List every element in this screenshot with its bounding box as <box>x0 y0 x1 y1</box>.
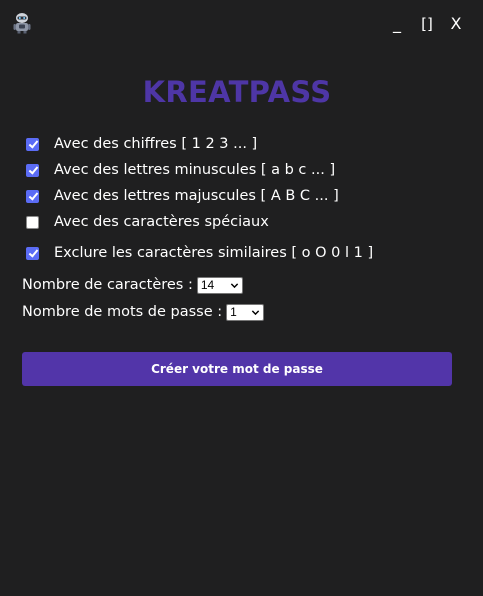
option-lowercase[interactable]: Avec des lettres minuscules [ a b c ... … <box>26 160 335 180</box>
option-label: Avec des lettres majuscules [ A B C ... … <box>54 188 339 204</box>
option-digits[interactable]: Avec des chiffres [ 1 2 3 ... ] <box>26 134 257 154</box>
count-setting: Nombre de mots de passe : 1 <box>22 301 265 323</box>
option-special-chars[interactable]: Avec des caractères spéciaux <box>26 212 269 232</box>
option-label: Avec des chiffres [ 1 2 3 ... ] <box>54 136 258 152</box>
lowercase-checkbox[interactable] <box>26 163 39 177</box>
count-value: 1 <box>230 305 237 319</box>
title-bar[interactable]: _ [] X <box>0 0 483 48</box>
digits-checkbox[interactable] <box>26 137 39 151</box>
option-label: Avec des lettres minuscules [ a b c ... … <box>54 162 336 178</box>
option-exclude-similar[interactable]: Exclure les caractères similaires [ o O … <box>26 243 373 263</box>
special-chars-checkbox[interactable] <box>26 215 39 229</box>
exclude-similar-checkbox[interactable] <box>26 246 39 260</box>
app-title: KREATPASS <box>142 75 332 109</box>
close-button[interactable]: X <box>446 12 466 36</box>
maximize-button[interactable]: [] <box>417 12 437 36</box>
option-uppercase[interactable]: Avec des lettres majuscules [ A B C ... … <box>26 186 339 206</box>
option-label: Avec des caractères spéciaux <box>54 214 269 230</box>
chevron-down-icon <box>251 309 260 315</box>
robot-app-icon <box>11 12 33 34</box>
length-label: Nombre de caractères : <box>22 277 193 293</box>
minimize-button[interactable]: _ <box>388 12 406 36</box>
chevron-down-icon <box>230 282 239 288</box>
create-password-button[interactable]: Créer votre mot de passe <box>22 352 452 386</box>
length-select[interactable]: 14 <box>196 276 243 294</box>
count-select[interactable]: 1 <box>226 303 265 321</box>
length-setting: Nombre de caractères : 14 <box>22 274 243 296</box>
app-window: _ [] X KREATPASS Avec des chiffres [ 1 2… <box>0 0 483 596</box>
option-label: Exclure les caractères similaires [ o O … <box>54 245 374 261</box>
uppercase-checkbox[interactable] <box>26 189 39 203</box>
length-value: 14 <box>200 278 215 292</box>
count-label: Nombre de mots de passe : <box>22 304 223 320</box>
